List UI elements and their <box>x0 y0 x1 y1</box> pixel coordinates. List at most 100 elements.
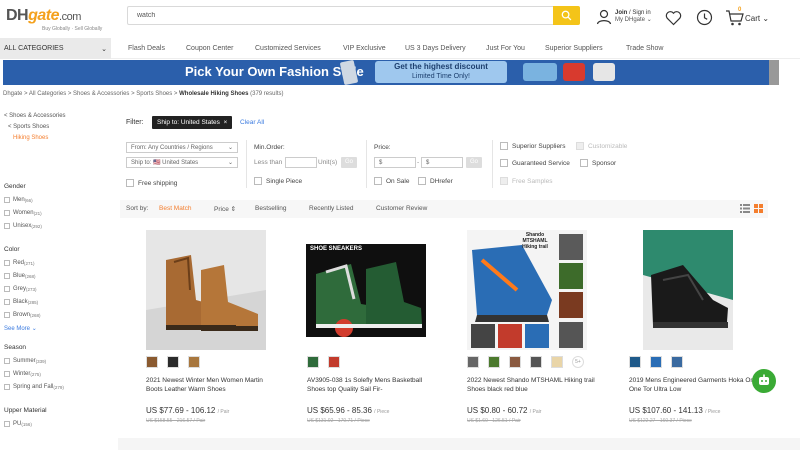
product-title[interactable]: AV3905-038 1s Solefly Mens Basketball Sh… <box>307 376 437 394</box>
promo-banner[interactable]: Pick Your Own Fashion Style Get the high… <box>3 60 779 85</box>
chat-button[interactable] <box>752 369 776 393</box>
grid-view-icon[interactable] <box>754 204 763 213</box>
nav-vip-exclusive[interactable]: VIP Exclusive <box>343 45 386 52</box>
product-thumbnail[interactable] <box>509 356 521 368</box>
filter-gender-unisex[interactable]: Unisex (292) <box>4 223 42 229</box>
dhrefer-checkbox[interactable]: DHrefer <box>418 177 453 185</box>
sidebar-link-shoes-accessories[interactable]: < Shoes & Accessories <box>4 113 66 119</box>
product-image[interactable]: Shando MTSHAML Hiking trail <box>467 230 587 350</box>
nav-customized-services[interactable]: Customized Services <box>255 45 321 52</box>
list-view-icon[interactable] <box>740 204 750 213</box>
product-title[interactable]: 2022 Newest Shando MTSHAML Hiking trail … <box>467 376 597 394</box>
sort-price[interactable]: Price ⇕ <box>214 205 236 213</box>
sign-in-link[interactable]: / Sign in <box>629 10 651 16</box>
free-shipping-checkbox[interactable]: Free shipping <box>126 179 177 187</box>
product-thumbnail[interactable] <box>650 356 662 368</box>
less-than-label: Less than <box>254 159 283 166</box>
ship-to-select[interactable]: Ship to: 🇺🇸 United States ⌄ <box>126 157 238 168</box>
nav-superior-suppliers[interactable]: Superior Suppliers <box>545 45 603 52</box>
product-title[interactable]: 2019 Mens Engineered Garments Hoka One O… <box>629 376 759 394</box>
nav-flash-deals[interactable]: Flash Deals <box>128 45 165 52</box>
banner-promo: Get the highest discount Limited Time On… <box>375 61 507 83</box>
guaranteed-service-checkbox[interactable]: Guaranteed Service <box>500 159 570 167</box>
see-more-colors-link[interactable]: See More ⌄ <box>4 325 37 332</box>
product-thumbnail[interactable] <box>146 356 158 368</box>
price-go-button[interactable]: Go <box>466 157 483 168</box>
min-order-label: Min.Order: <box>254 144 285 151</box>
product-thumbnail[interactable] <box>307 356 319 368</box>
ship-to-filter-chip[interactable]: Ship to: United States × <box>152 116 233 129</box>
breadcrumb-path[interactable]: Dhgate > All Categories > Shoes & Access… <box>3 91 179 97</box>
filter-color-red[interactable]: Red (271) <box>4 260 35 266</box>
price-min-input[interactable]: $ <box>374 157 416 168</box>
close-icon[interactable]: × <box>224 119 228 126</box>
min-order-input[interactable] <box>285 157 317 168</box>
chevron-down-icon: ⌄ <box>762 14 770 23</box>
product-thumbnail[interactable] <box>188 356 200 368</box>
filter-color-black[interactable]: Black (285) <box>4 299 38 305</box>
more-thumbnails-button[interactable]: 5+ <box>572 356 584 368</box>
upper-material-heading: Upper Material <box>4 407 47 414</box>
product-thumbnail[interactable] <box>167 356 179 368</box>
sponsor-checkbox[interactable]: Sponsor <box>580 159 616 167</box>
filter-color-grey[interactable]: Grey (273) <box>4 286 37 292</box>
single-piece-checkbox[interactable]: Single Piece <box>254 177 302 185</box>
sidebar-link-sports-shoes[interactable]: < Sports Shoes <box>8 124 49 130</box>
all-categories-dropdown[interactable]: ALL CATEGORIES ⌄ <box>0 38 111 59</box>
min-order-go-button[interactable]: Go <box>341 157 358 168</box>
sneaker-image <box>306 244 426 337</box>
free-samples-checkbox: Free Samples <box>500 177 552 185</box>
history-icon[interactable] <box>696 9 713 26</box>
product-thumbnail[interactable] <box>629 356 641 368</box>
filter-color-brown[interactable]: Brown (268) <box>4 312 41 318</box>
product-thumbnail[interactable] <box>551 356 563 368</box>
dhgate-logo[interactable]: DHgate.com <box>6 7 81 25</box>
product-image[interactable] <box>643 230 733 350</box>
sort-recently-listed[interactable]: Recently Listed <box>309 205 353 212</box>
nav-coupon-center[interactable]: Coupon Center <box>186 45 233 52</box>
logo-tagline: Buy Globally · Sell Globally <box>42 26 103 32</box>
filter-season-summer[interactable]: Summer (339) <box>4 358 46 364</box>
filter-gender-men[interactable]: Men (66) <box>4 197 33 203</box>
left-sidebar <box>0 108 118 450</box>
price-max-input[interactable]: $ <box>421 157 463 168</box>
cart-link[interactable]: Cart ⌄ <box>745 14 769 23</box>
nav-trade-show[interactable]: Trade Show <box>626 45 663 52</box>
search-input[interactable] <box>127 6 553 25</box>
filter-season-spring-fall[interactable]: Spring and Fall (279) <box>4 384 64 390</box>
product-thumbnail[interactable] <box>530 356 542 368</box>
gender-heading: Gender <box>4 183 26 190</box>
sort-customer-review[interactable]: Customer Review <box>376 205 427 212</box>
sort-best-match[interactable]: Best Match <box>159 205 192 212</box>
filter-season-winter[interactable]: Winter (275) <box>4 371 41 377</box>
nav-just-for-you[interactable]: Just For You <box>486 45 525 52</box>
search-icon <box>561 10 572 21</box>
customizable-checkbox: Customizable <box>576 142 627 150</box>
clear-all-link[interactable]: Clear All <box>240 119 264 126</box>
filter-gender-women[interactable]: Women (21) <box>4 210 42 216</box>
product-image[interactable]: SHOE SNEAKERS <box>306 244 426 337</box>
product-image[interactable] <box>146 230 266 350</box>
product-thumbnail[interactable] <box>488 356 500 368</box>
product-thumbnail[interactable] <box>467 356 479 368</box>
sidebar-link-hiking-shoes[interactable]: Hiking Shoes <box>13 135 48 141</box>
superior-suppliers-checkbox[interactable]: Superior Suppliers <box>500 142 565 150</box>
on-sale-checkbox[interactable]: On Sale <box>374 177 410 185</box>
season-heading: Season <box>4 344 27 351</box>
product-thumbnail[interactable] <box>328 356 340 368</box>
nav-us-3-days-delivery[interactable]: US 3 Days Delivery <box>405 45 466 52</box>
divider <box>246 140 247 188</box>
sort-bestselling[interactable]: Bestselling <box>255 205 286 212</box>
account-menu[interactable]: Join / Sign in My DHgate ⌄ <box>596 9 652 25</box>
divider <box>492 140 493 188</box>
join-link[interactable]: Join <box>615 10 627 16</box>
filter-color-blue[interactable]: Blue (268) <box>4 273 36 279</box>
product-title[interactable]: 2021 Newest Winter Men Women Martin Boot… <box>146 376 276 394</box>
product-thumbnail[interactable] <box>671 356 683 368</box>
from-region-select[interactable]: From: Any Countries / Regions ⌄ <box>126 142 238 153</box>
wishlist-heart-icon[interactable] <box>665 10 682 26</box>
banner-headline: Pick Your Own Fashion Style <box>185 64 364 79</box>
filter-material-pu[interactable]: PU (156) <box>4 421 32 427</box>
product-original-price: US $158.55 - 216.57 / Pair <box>146 418 206 424</box>
search-button[interactable] <box>553 6 580 25</box>
